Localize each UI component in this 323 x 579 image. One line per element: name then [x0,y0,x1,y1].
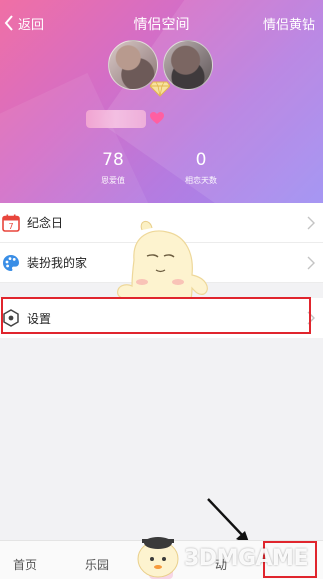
couple-space-header: 返回 情侣空间 情侣黄钻 78 恩爱值 0 相恋天数 [0,0,323,203]
love-value-label: 恩爱值 [101,176,125,185]
watermark-mascot-icon [137,537,179,578]
watermark: 3DMGAME [132,529,317,579]
avatar[interactable] [163,40,213,90]
chevron-right-icon [307,256,315,270]
watermark-text: 3DMGAME [184,546,308,571]
menu-item-label: 装扮我的家 [27,256,88,270]
settings-hex-icon [3,309,19,327]
palette-icon [3,255,19,271]
days-together-value: 0 [195,150,207,170]
tab-home[interactable]: 首页 [13,556,37,573]
diamond-icon [150,81,170,97]
menu-item-label: 纪念日 [27,216,64,230]
nickname-placeholder [86,110,146,128]
tab-paradise[interactable]: 乐园 [85,556,109,573]
chevron-right-icon [307,311,315,325]
calendar-icon: 7 [2,214,20,232]
love-value: 78 [102,150,124,170]
couple-vip-link[interactable]: 情侣黄钻 [263,14,315,33]
menu-item-label: 设置 [27,312,52,326]
days-together-stat: 0 相恋天数 [161,150,241,186]
heart-icon [150,112,164,124]
chevron-right-icon [307,216,315,230]
calendar-day: 7 [8,222,13,231]
days-together-label: 相恋天数 [185,176,217,185]
love-value-stat: 78 恩爱值 [73,150,153,186]
menu-item-settings[interactable]: 设置 [0,298,323,338]
